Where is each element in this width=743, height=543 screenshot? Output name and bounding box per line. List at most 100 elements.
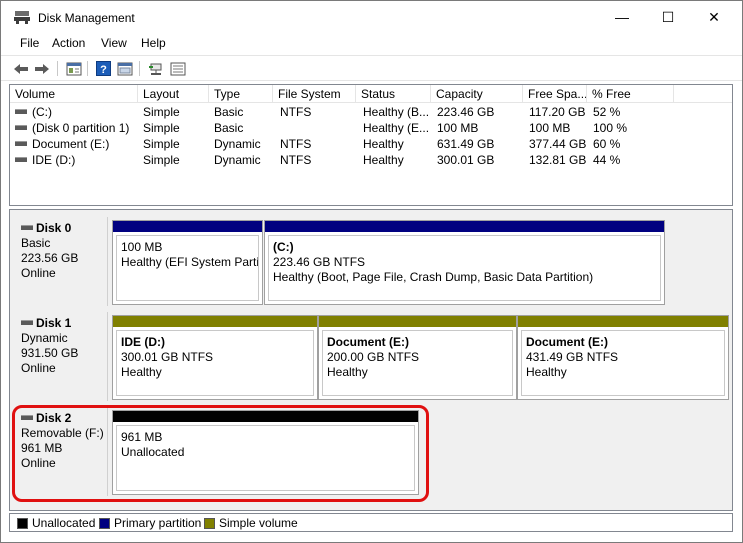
disk-row-1: Disk 1 Dynamic 931.50 GB Online IDE (D:)… — [10, 311, 732, 402]
legend-primary: Primary partition — [99, 516, 201, 530]
cell-percent-free: 100 % — [593, 121, 628, 135]
disk-icon — [21, 415, 33, 420]
disk-name: Disk 0 — [21, 221, 107, 236]
partition-body: 961 MB Unallocated — [116, 425, 415, 491]
cell-percent-free: 44 % — [593, 153, 621, 167]
partition-bar-simple — [113, 316, 317, 327]
help-icon: ? — [95, 61, 111, 76]
partition-bar-simple — [518, 316, 728, 327]
col-layout[interactable]: Layout — [138, 85, 209, 103]
disk-2-name: Disk 2 — [36, 411, 72, 425]
window-title: Disk Management — [38, 11, 135, 25]
partition-size: 223.46 GB NTFS — [273, 255, 366, 269]
drive-icon — [15, 125, 27, 131]
col-status[interactable]: Status — [356, 85, 431, 103]
forward-button[interactable] — [33, 60, 51, 77]
partition-name: (C:) — [273, 240, 294, 254]
cell-volume: Document (E:) — [15, 136, 137, 152]
close-button[interactable]: ✕ — [691, 1, 737, 33]
volume-list: Volume Layout Type File System Status Ca… — [9, 84, 733, 206]
cell-free-space: 377.44 GB — [529, 137, 587, 151]
partition-document-e-2[interactable]: Document (E:) 431.49 GB NTFS Healthy — [517, 315, 729, 400]
maximize-button[interactable]: ☐ — [645, 1, 691, 33]
disk-label-2[interactable]: Disk 2 Removable (F:) 961 MB Online — [11, 407, 108, 496]
minimize-button[interactable]: — — [599, 1, 645, 33]
cell-volume: (C:) — [15, 104, 137, 120]
menu-action[interactable]: Action — [52, 36, 85, 50]
partition-size: 100 MB — [121, 240, 163, 254]
menu-file[interactable]: File — [20, 36, 39, 50]
table-row[interactable]: IDE (D:) Simple Dynamic NTFS Healthy 300… — [10, 152, 732, 168]
col-type[interactable]: Type — [209, 85, 273, 103]
partition-bar-primary — [265, 221, 664, 232]
partition-document-e-1[interactable]: Document (E:) 200.00 GB NTFS Healthy — [318, 315, 517, 400]
back-button[interactable] — [12, 60, 30, 77]
disk-row-2: Disk 2 Removable (F:) 961 MB Online 961 … — [10, 406, 732, 497]
disk-label-0[interactable]: Disk 0 Basic 223.56 GB Online — [11, 217, 108, 306]
list-view-button[interactable] — [169, 60, 187, 77]
drive-icon — [15, 109, 27, 115]
col-file-system[interactable]: File System — [273, 85, 356, 103]
cell-capacity: 300.01 GB — [437, 153, 495, 167]
connect-button[interactable] — [147, 60, 165, 77]
cell-status: Healthy — [363, 137, 404, 151]
menu-view[interactable]: View — [101, 36, 127, 50]
table-row[interactable]: (C:) Simple Basic NTFS Healthy (B... 223… — [10, 104, 732, 120]
cell-status: Healthy (E... — [363, 121, 430, 135]
table-row[interactable]: Document (E:) Simple Dynamic NTFS Health… — [10, 136, 732, 152]
disk-name: Disk 2 — [21, 411, 107, 426]
menu-help[interactable]: Help — [141, 36, 166, 50]
toolbar-separator — [139, 61, 140, 76]
col-volume[interactable]: Volume — [10, 85, 138, 103]
cell-status: Healthy (B... — [363, 105, 430, 119]
svg-text:?: ? — [100, 64, 107, 76]
col-capacity[interactable]: Capacity — [431, 85, 523, 103]
cell-file-system — [280, 120, 356, 136]
partition-efi[interactable]: 100 MB Healthy (EFI System Partiti — [112, 220, 263, 305]
disk-icon — [21, 225, 33, 230]
cell-layout: Simple — [143, 105, 180, 119]
cell-layout: Simple — [143, 137, 180, 151]
partition-size: 200.00 GB NTFS — [327, 350, 420, 364]
disk-1-type: Dynamic — [21, 331, 68, 345]
console-tree-button[interactable] — [65, 60, 83, 77]
close-icon: ✕ — [708, 8, 720, 25]
cell-capacity: 223.46 GB — [437, 105, 495, 119]
partition-body: Document (E:) 431.49 GB NTFS Healthy — [521, 330, 725, 396]
partition-size: 431.49 GB NTFS — [526, 350, 619, 364]
cell-type: Basic — [214, 121, 244, 135]
cell-file-system: NTFS — [280, 105, 312, 119]
disk-1-name: Disk 1 — [36, 316, 72, 330]
partition-status: Unallocated — [121, 445, 185, 459]
disk-0-type: Basic — [21, 236, 51, 250]
col-percent-free[interactable]: % Free — [587, 85, 674, 103]
disk-icon — [21, 320, 33, 325]
volume-name: Document (E:) — [32, 137, 110, 151]
cell-volume: (Disk 0 partition 1) — [15, 120, 137, 136]
forward-arrow-icon — [35, 63, 49, 74]
partition-bar-primary — [113, 221, 262, 232]
partition-status: Healthy (EFI System Partiti — [121, 255, 259, 269]
partition-c[interactable]: (C:) 223.46 GB NTFS Healthy (Boot, Page … — [264, 220, 665, 305]
partition-status: Healthy (Boot, Page File, Crash Dump, Ba… — [273, 270, 594, 284]
disk-name: Disk 1 — [21, 316, 107, 331]
table-row[interactable]: (Disk 0 partition 1) Simple Basic Health… — [10, 120, 732, 136]
partition-body: (C:) 223.46 GB NTFS Healthy (Boot, Page … — [268, 235, 661, 301]
partition-body: IDE (D:) 300.01 GB NTFS Healthy — [116, 330, 314, 396]
disk-0-size: 223.56 GB — [21, 251, 79, 265]
partition-ide-d[interactable]: IDE (D:) 300.01 GB NTFS Healthy — [112, 315, 318, 400]
cell-type: Basic — [214, 105, 244, 119]
cell-percent-free: 52 % — [593, 105, 621, 119]
properties-button[interactable] — [116, 60, 134, 77]
col-free-space[interactable]: Free Spa... — [523, 85, 587, 103]
volume-name: (Disk 0 partition 1) — [32, 121, 130, 135]
disk-label-1[interactable]: Disk 1 Dynamic 931.50 GB Online — [11, 312, 108, 401]
help-button[interactable]: ? — [94, 60, 112, 77]
partition-unallocated[interactable]: 961 MB Unallocated — [112, 410, 419, 495]
partition-size: 961 MB — [121, 430, 163, 444]
partition-bar-simple — [319, 316, 516, 327]
partition-status: Healthy — [526, 365, 567, 379]
cell-free-space: 100 MB — [529, 121, 571, 135]
partition-status: Healthy — [327, 365, 368, 379]
cell-type: Dynamic — [214, 137, 261, 151]
